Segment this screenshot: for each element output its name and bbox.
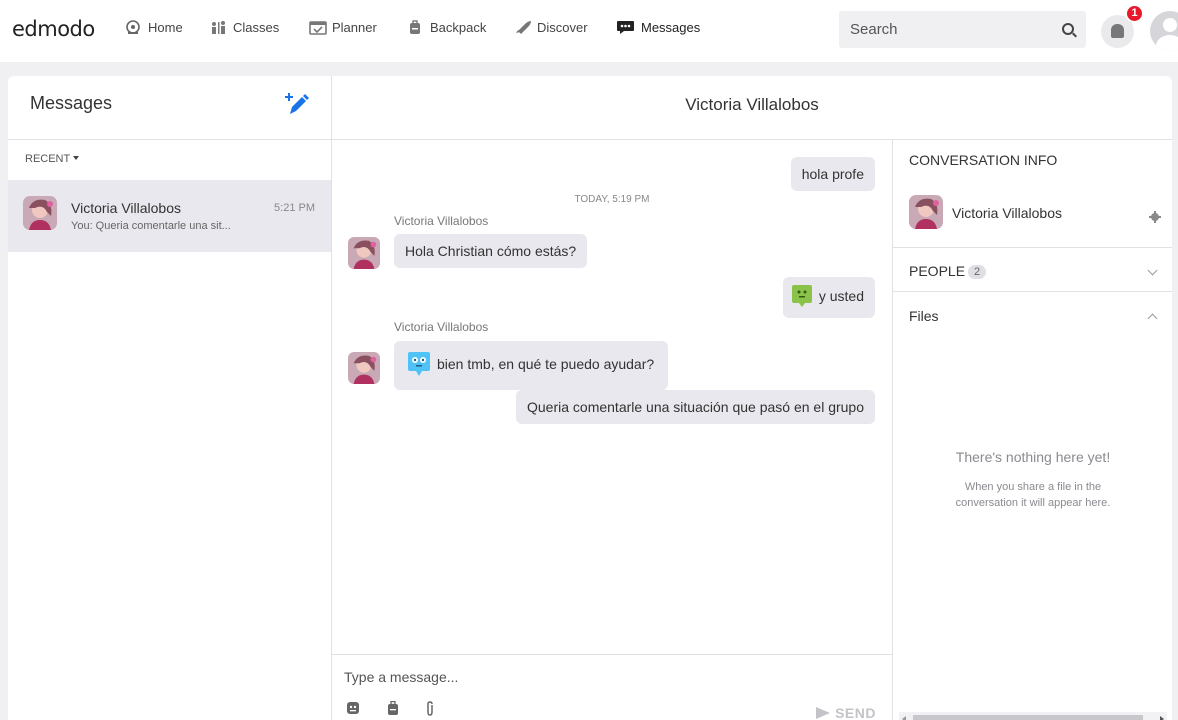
nav-classes[interactable]: Classes [210,20,279,35]
horizontal-scrollbar[interactable] [899,712,1167,720]
conversation-item[interactable]: Victoria Villalobos 5:21 PM You: Queria … [8,180,331,252]
compose-icon [285,93,309,114]
blue-monster-sticker [407,351,431,380]
edmodo-logo[interactable]: edmodo [12,17,95,41]
scrollbar-thumb[interactable] [913,715,1143,720]
scroll-left-arrow-icon[interactable] [902,716,906,720]
conversation-time: 5:21 PM [274,202,315,214]
message-bubble-sent: hola profe [790,157,875,191]
message-bubble-sent: y usted [782,277,875,318]
top-navbar: edmodo Home Classes Planner Backpack Dis… [0,0,1178,62]
nav-messages-label: Messages [641,20,701,35]
nav-home[interactable]: Home [125,20,183,35]
conversation-list-header: Messages [8,76,331,140]
notification-badge: 1 [1125,4,1144,23]
nav-messages[interactable]: Messages [616,20,700,35]
gear-icon[interactable] [1149,210,1161,223]
conversation-list: Messages RECENT Victoria Villalobos 5:21… [8,76,332,720]
files-empty-title: There's nothing here yet! [955,449,1111,465]
send-icon [816,707,831,719]
conversation-info-panel: CONVERSATION INFO Victoria Villalobos PE… [892,140,1172,720]
messages-panel: Messages RECENT Victoria Villalobos 5:21… [8,76,1172,720]
recent-filter-label: RECENT [25,153,71,165]
nav-classes-label: Classes [233,20,280,35]
files-empty-description: When you share a file in the conversatio… [955,481,1111,509]
search-icon[interactable] [1062,23,1074,35]
classes-icon [210,20,228,35]
message-bubble-sent: Queria comentarle una situación que pasó… [516,390,875,424]
people-label: PEOPLE [909,263,966,279]
contact-avatar [23,196,57,230]
messages-title: Messages [30,93,113,113]
sender-avatar [348,237,380,269]
nav-backpack-label: Backpack [430,20,487,35]
send-label: SEND [835,705,876,720]
nav-discover[interactable]: Discover [514,20,588,35]
sender-avatar [348,352,380,384]
emoji-icon[interactable] [346,701,362,717]
send-button[interactable]: SEND [816,705,876,720]
conversation-name: Victoria Villalobos [71,200,181,216]
paperclip-icon[interactable] [424,701,440,717]
planner-icon [309,20,327,35]
message-input[interactable] [344,669,864,685]
scroll-right-arrow-icon[interactable] [1160,716,1164,720]
message-bubble-received: bien tmb, en qué te puedo ayudar? [394,341,669,390]
search-placeholder: Search [850,21,898,38]
people-count-badge: 2 [968,265,987,279]
nav-backpack[interactable]: Backpack [407,20,486,35]
message-sender: Victoria Villalobos [394,214,489,228]
new-message-button[interactable] [284,92,310,118]
files-section-toggle[interactable]: Files [909,308,939,324]
bell-icon [1111,24,1124,38]
nav-planner-label: Planner [332,20,377,35]
recent-filter-dropdown[interactable]: RECENT [25,153,80,165]
search-input[interactable]: Search [839,11,1086,48]
messages-icon [616,20,636,35]
divider [893,247,1172,248]
message-text: y usted [818,288,864,305]
conversation-preview: You: Queria comentarle una sit... [71,220,231,232]
message-text: Hola Christian cómo estás? [405,243,577,259]
chat-thread: hola profe TODAY, 5:19 PM Victoria Villa… [332,76,892,720]
divider [893,291,1172,292]
nav-planner[interactable]: Planner [309,20,377,35]
home-icon [125,20,143,35]
message-text: hola profe [801,166,864,182]
message-timestamp: TODAY, 5:19 PM [574,194,650,205]
chevron-down-icon[interactable] [1147,265,1158,276]
backpack-attach-icon[interactable] [386,700,402,717]
rocket-icon [514,20,532,35]
chevron-down-icon [73,156,80,160]
nav-discover-label: Discover [537,20,588,35]
participant-name: Victoria Villalobos [952,205,1062,221]
user-avatar[interactable] [1150,11,1178,51]
backpack-icon [407,20,425,35]
nav-home-label: Home [148,20,183,35]
message-text: Queria comentarle una situación que pasó… [527,399,864,415]
participant-avatar [909,195,943,229]
message-composer: SEND [332,654,892,720]
green-monster-sticker [791,284,813,311]
message-text: bien tmb, en qué te puedo ayudar? [437,356,655,373]
message-bubble-received: Hola Christian cómo estás? [394,234,588,268]
message-sender: Victoria Villalobos [394,320,489,334]
chevron-up-icon[interactable] [1147,313,1158,324]
conversation-info-title: CONVERSATION INFO [909,152,1058,168]
people-section-toggle[interactable]: PEOPLE 2 [909,263,987,279]
